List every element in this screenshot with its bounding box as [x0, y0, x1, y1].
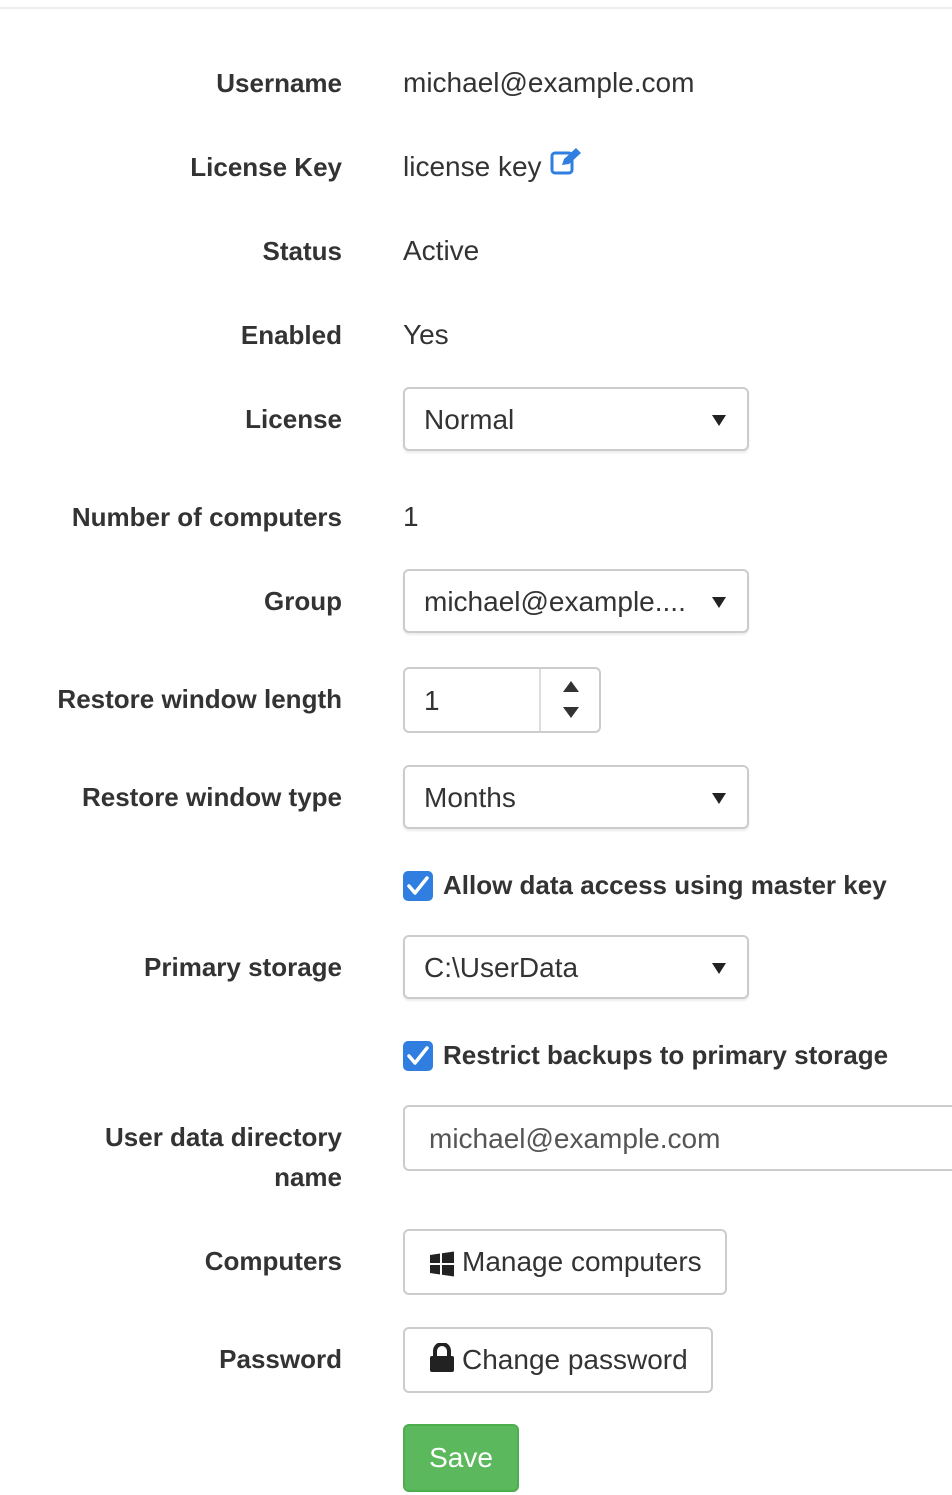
username-label: Username	[216, 68, 342, 98]
primary-storage-select[interactable]: C:\UserData	[403, 935, 749, 999]
license-selected-value: Normal	[424, 404, 515, 435]
user-data-dir-input[interactable]: michael@example.com	[403, 1105, 952, 1171]
username-value: michael@example.com	[403, 67, 695, 98]
change-password-button[interactable]: Change password	[403, 1327, 713, 1393]
num-computers-label: Number of computers	[71, 502, 342, 532]
spinner-buttons	[539, 669, 599, 731]
manage-computers-button[interactable]: Manage computers	[403, 1229, 727, 1295]
lock-icon	[429, 1342, 455, 1384]
restrict-backups-label[interactable]: Restrict backups to primary storage	[443, 1035, 888, 1075]
license-label: License	[245, 404, 342, 434]
save-button-label: Save	[429, 1442, 493, 1473]
increment-arrow-icon[interactable]	[563, 681, 579, 692]
primary-storage-selected-value: C:\UserData	[424, 952, 579, 983]
user-data-dir-label-line2: name	[274, 1162, 342, 1192]
enabled-label: Enabled	[240, 320, 342, 350]
status-value: Active	[403, 235, 480, 266]
restore-length-stepper[interactable]: 1	[403, 667, 601, 733]
num-computers-value: 1	[403, 501, 419, 532]
checkmark-icon	[407, 1046, 429, 1065]
manage-computers-label: Manage computers	[462, 1246, 702, 1277]
allow-master-key-checkbox[interactable]	[403, 871, 433, 901]
checkmark-icon	[407, 876, 429, 895]
chevron-down-icon	[712, 597, 726, 608]
restrict-backups-checkbox[interactable]	[403, 1041, 433, 1071]
restore-length-label: Restore window length	[57, 684, 342, 714]
chevron-down-icon	[712, 963, 726, 974]
license-key-value: license key	[403, 147, 582, 189]
license-key-text: license key	[403, 151, 542, 182]
user-data-dir-label: User data directory name	[12, 1117, 342, 1197]
computers-label: Computers	[204, 1246, 342, 1276]
group-selected-value: michael@example....	[424, 586, 686, 617]
change-password-label: Change password	[462, 1344, 688, 1375]
user-data-dir-value: michael@example.com	[429, 1123, 721, 1154]
edit-icon[interactable]	[550, 146, 582, 186]
decrement-arrow-icon[interactable]	[563, 707, 579, 718]
password-label: Password	[219, 1344, 342, 1374]
restore-length-value: 1	[424, 685, 440, 716]
primary-storage-label: Primary storage	[144, 952, 342, 982]
group-label: Group	[264, 586, 342, 616]
top-divider	[0, 7, 952, 9]
restore-type-selected-value: Months	[424, 782, 516, 813]
restore-type-label: Restore window type	[81, 782, 342, 812]
group-select[interactable]: michael@example....	[403, 569, 749, 633]
save-button[interactable]: Save	[403, 1424, 519, 1492]
restore-type-select[interactable]: Months	[403, 765, 749, 829]
user-data-dir-label-line1: User data directory	[105, 1122, 342, 1152]
license-select[interactable]: Normal	[403, 387, 749, 451]
status-label: Status	[262, 236, 342, 266]
chevron-down-icon	[712, 793, 726, 804]
windows-icon	[429, 1248, 455, 1288]
allow-master-key-label[interactable]: Allow data access using master key	[443, 865, 887, 905]
license-key-label: License Key	[190, 152, 342, 182]
enabled-value: Yes	[403, 319, 449, 350]
chevron-down-icon	[712, 415, 726, 426]
